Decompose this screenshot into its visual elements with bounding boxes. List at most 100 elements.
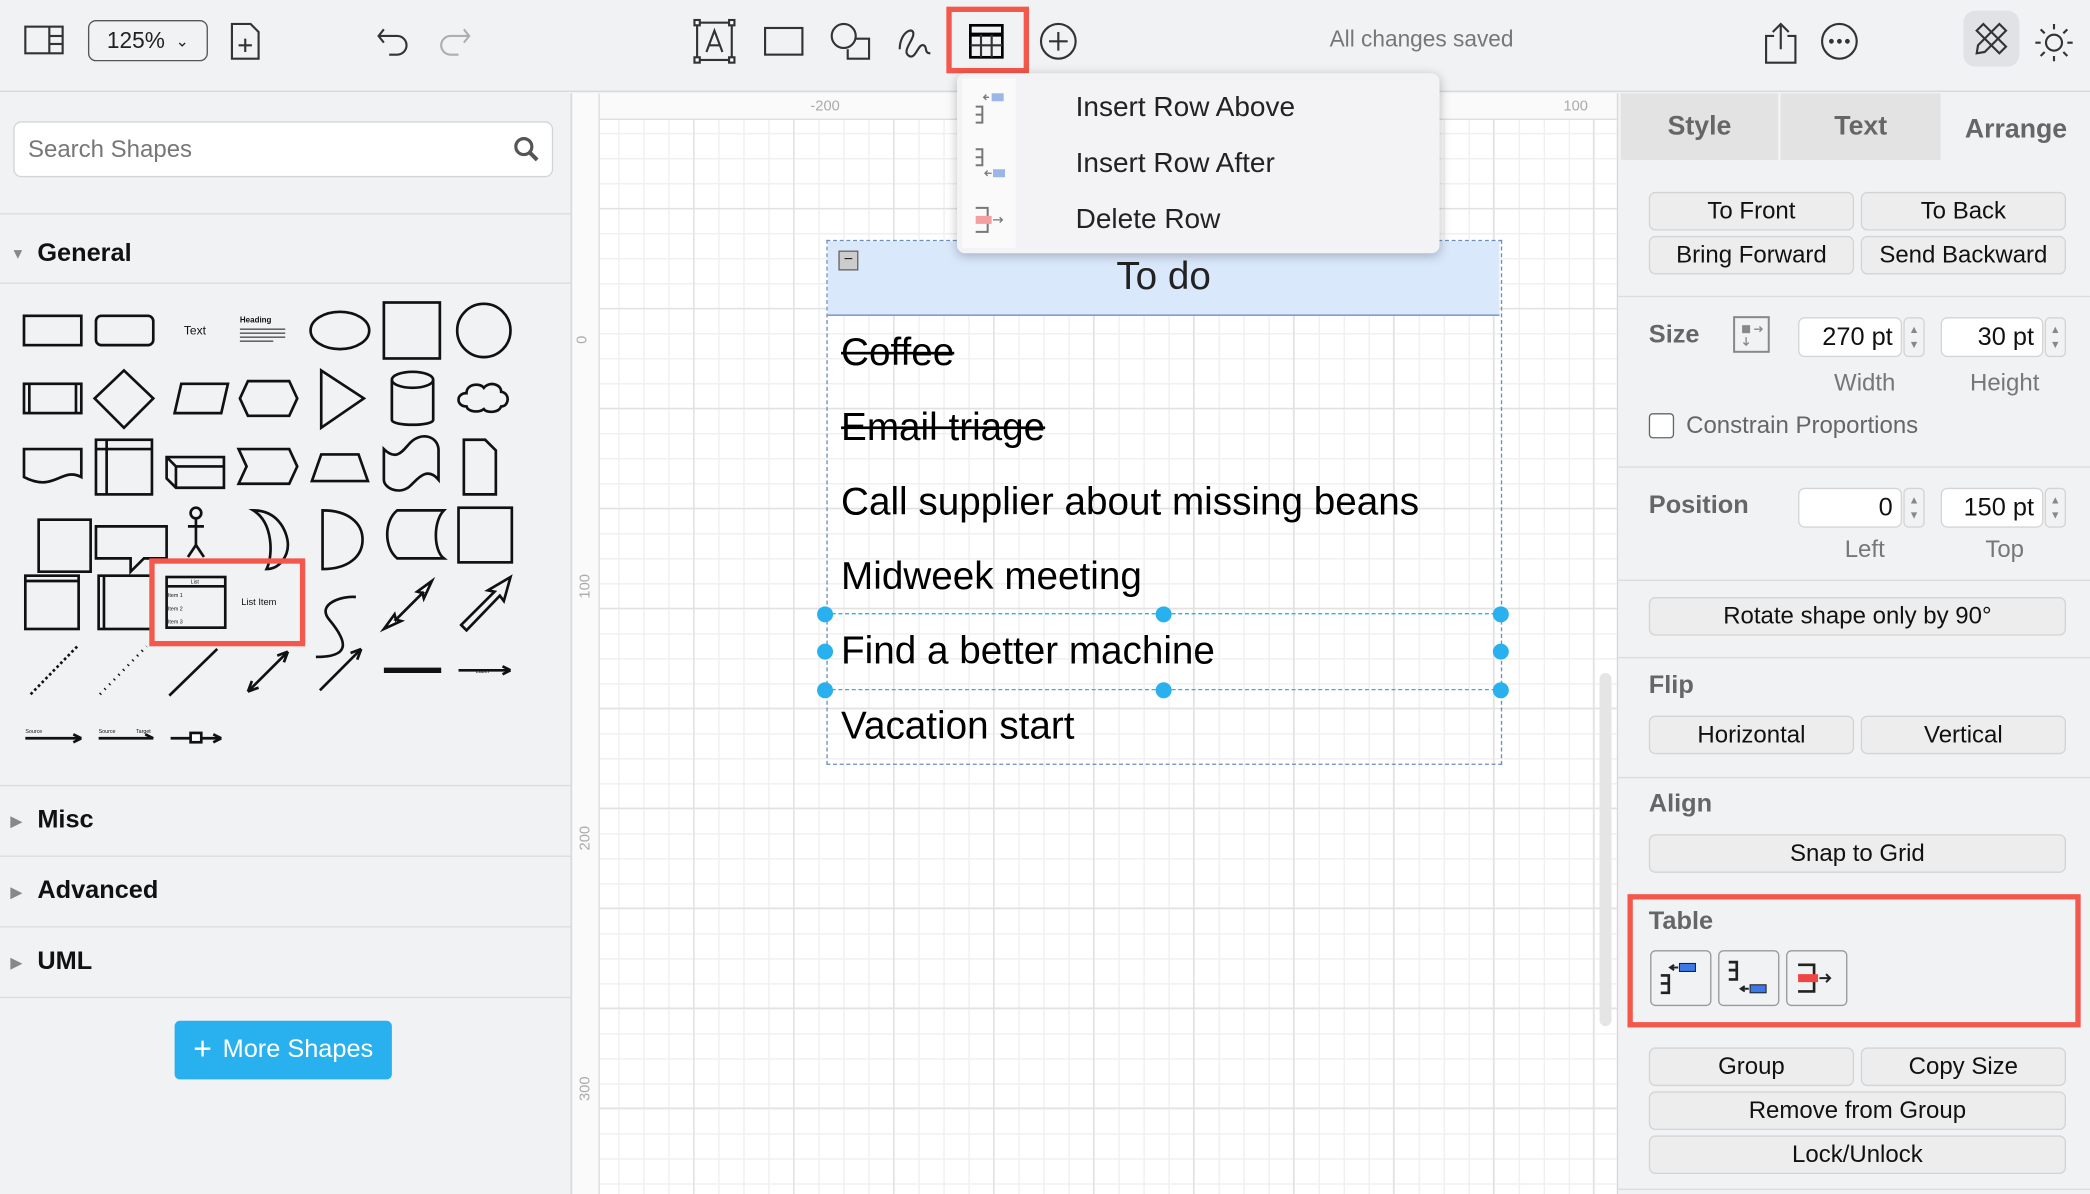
shape-trapezoid[interactable] [310, 453, 370, 483]
copy-size-button[interactable]: Copy Size [1860, 1047, 2066, 1087]
resize-handle[interactable] [817, 606, 834, 623]
section-general[interactable]: ▼ General [0, 227, 570, 283]
tab-style[interactable]: Style [1620, 93, 1779, 160]
height-input[interactable]: 30 pt [1940, 317, 2044, 358]
height-stepper[interactable]: ▲ ▼ [2044, 317, 2066, 358]
shape-tape[interactable] [382, 435, 440, 492]
to-front-button[interactable]: To Front [1648, 191, 1855, 231]
shape-dashed-line[interactable] [29, 645, 79, 696]
top-input[interactable]: 150 pt [1940, 487, 2044, 528]
shape-source-target-connector[interactable]: Source Target [98, 729, 154, 740]
width-input[interactable]: 270 pt [1798, 317, 1903, 358]
table-row-selected[interactable]: Find a better machine [841, 614, 1215, 689]
section-advanced[interactable]: ▶ Advanced [0, 864, 570, 920]
rotate-90-button[interactable]: Rotate shape only by 90° [1648, 597, 2066, 636]
shape-data-storage[interactable] [385, 509, 448, 560]
shape-source-label-connector[interactable]: Source [25, 729, 82, 744]
flip-vertical-button[interactable]: Vertical [1860, 715, 2066, 755]
drawing-canvas[interactable]: -200 100 0 100 200 300 To do − Coffee Em… [573, 93, 1617, 1194]
shape-diamond[interactable] [92, 368, 156, 430]
resize-handle[interactable] [817, 643, 834, 660]
shape-actor[interactable] [186, 506, 206, 558]
shape-container[interactable] [457, 506, 514, 564]
shape-cylinder[interactable] [390, 370, 435, 427]
rectangle-tool-icon[interactable] [764, 25, 804, 57]
resize-handle[interactable] [1155, 682, 1172, 699]
todo-table[interactable]: To do − Coffee Email triage Call supplie… [817, 239, 1509, 765]
autosize-icon[interactable] [1731, 314, 1771, 354]
flip-horizontal-button[interactable]: Horizontal [1648, 715, 1855, 755]
shape-hexagon[interactable] [238, 379, 299, 418]
search-shapes-input[interactable]: Search Shapes [13, 121, 554, 178]
table-row[interactable]: Vacation start [841, 689, 1074, 764]
table-row[interactable]: Email triage [841, 390, 1045, 465]
table-row[interactable]: Midweek meeting [841, 540, 1142, 615]
shape-parallelogram[interactable] [172, 382, 230, 415]
shape-square[interactable] [382, 301, 442, 360]
shape-block-arrow[interactable] [459, 574, 513, 633]
resize-handle[interactable] [1492, 643, 1509, 660]
shape-text[interactable]: Text [184, 323, 207, 337]
shape-delay[interactable] [321, 509, 364, 571]
shape-note[interactable] [462, 438, 498, 496]
table-row[interactable]: Coffee [841, 316, 954, 391]
lock-unlock-button[interactable]: Lock/Unlock [1648, 1135, 2066, 1175]
freehand-tool-icon[interactable] [896, 23, 936, 60]
resize-handle[interactable] [817, 682, 834, 699]
shape-triangle[interactable] [319, 367, 367, 431]
constrain-proportions-checkbox[interactable] [1648, 413, 1675, 439]
redo-icon[interactable] [437, 24, 472, 56]
shape-cloud[interactable] [457, 382, 509, 414]
section-misc[interactable]: ▶ Misc [0, 793, 570, 849]
shape-document[interactable] [22, 447, 83, 484]
collapse-icon[interactable]: − [838, 250, 859, 271]
table-row[interactable]: Call supplier about missing beans [841, 465, 1419, 540]
share-icon[interactable] [1762, 20, 1799, 65]
shape-heading[interactable]: Heading [240, 315, 272, 324]
more-shapes-button[interactable]: + More Shapes [174, 1020, 392, 1080]
shape-cube[interactable] [165, 455, 226, 490]
shape-rectangle[interactable] [22, 314, 83, 347]
shape-curved-arrow[interactable] [315, 595, 357, 659]
shape-message-connector[interactable] [170, 731, 222, 744]
resize-handle[interactable] [1492, 682, 1509, 699]
shape-rounded-rectangle[interactable] [94, 314, 155, 347]
resize-handle[interactable] [1492, 606, 1509, 623]
menu-item-insert-row-after[interactable]: Insert Row After [957, 136, 1440, 192]
shape-bidirectional-connector[interactable] [246, 650, 290, 693]
shape-internal-storage[interactable] [94, 438, 154, 496]
more-options-icon[interactable] [1819, 21, 1859, 61]
shape-swimlane[interactable] [23, 574, 80, 631]
send-backward-button[interactable]: Send Backward [1860, 235, 2066, 275]
shape-dotted-line[interactable] [99, 645, 148, 696]
shape-card[interactable] [37, 518, 92, 574]
menu-item-insert-row-above[interactable]: Insert Row Above [957, 80, 1440, 136]
left-stepper[interactable]: ▲ ▼ [1903, 487, 1925, 528]
to-back-button[interactable]: To Back [1860, 191, 2066, 231]
text-tool-icon[interactable] [693, 18, 736, 64]
group-button[interactable]: Group [1648, 1047, 1855, 1087]
vertical-scrollbar[interactable] [1599, 672, 1612, 1027]
bring-forward-button[interactable]: Bring Forward [1648, 235, 1855, 275]
sidebar-toggle-icon[interactable] [24, 24, 64, 56]
shape-line[interactable] [168, 648, 219, 697]
resize-handle[interactable] [1155, 606, 1172, 623]
tab-arrange[interactable]: Arrange [1941, 96, 2090, 163]
undo-icon[interactable] [376, 24, 411, 56]
insert-plus-icon[interactable] [1038, 21, 1078, 61]
width-stepper[interactable]: ▲ ▼ [1903, 317, 1925, 358]
left-input[interactable]: 0 [1798, 487, 1903, 528]
format-panel-toggle-icon[interactable] [1963, 10, 2020, 67]
shape-process[interactable] [22, 382, 83, 415]
remove-from-group-button[interactable]: Remove from Group [1648, 1091, 2066, 1131]
shape-labeled-connector[interactable]: Label [458, 665, 512, 676]
tab-text[interactable]: Text [1780, 93, 1941, 160]
top-stepper[interactable]: ▲ ▼ [2044, 487, 2066, 528]
new-page-icon[interactable] [229, 22, 261, 60]
shape-ellipse[interactable] [309, 310, 371, 351]
zoom-select[interactable]: 125% ⌄ [87, 19, 208, 62]
shape-step[interactable] [236, 447, 299, 486]
shape-bidirectional-arrow[interactable] [379, 576, 436, 633]
shape-circle[interactable] [455, 302, 512, 359]
section-uml[interactable]: ▶ UML [0, 934, 570, 990]
